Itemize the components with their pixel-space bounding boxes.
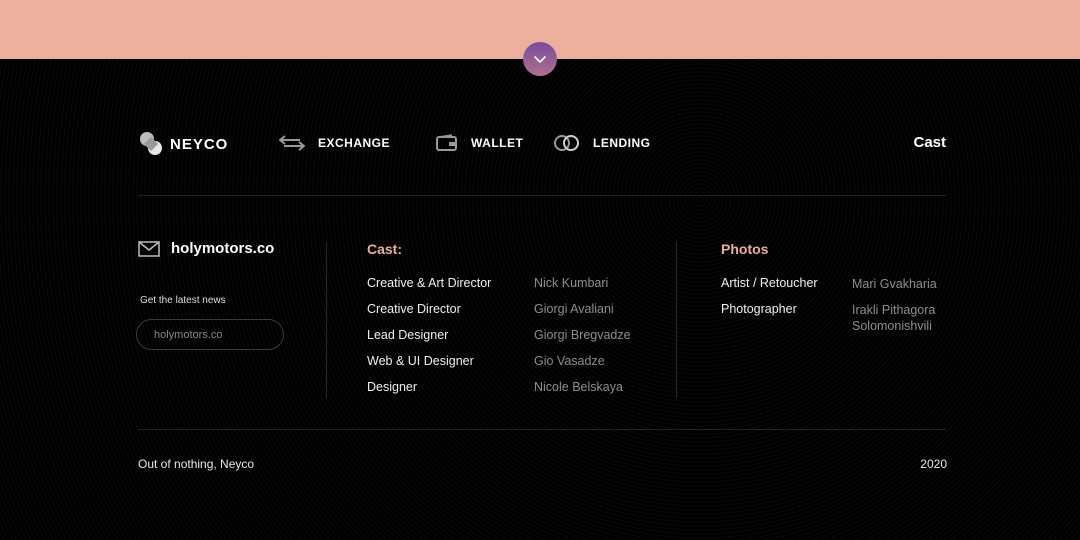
logo-text: NEYCO (170, 135, 229, 153)
nav-wallet-label: WALLET (471, 136, 524, 150)
tagline: Out of nothing, Neyco (138, 457, 255, 471)
neyco-logo[interactable]: NEYCO (138, 130, 228, 158)
header-divider (138, 195, 946, 196)
copyright-year: 2020 (920, 457, 947, 471)
credit-role: Designer (367, 380, 418, 394)
news-label: Get the latest news (140, 295, 226, 306)
nav-cast-link[interactable]: Cast (900, 134, 946, 151)
column-divider (326, 242, 327, 398)
credit-name: Gio Vasadze (534, 354, 605, 368)
cast-list: Creative & Art Director Nick Kumbari Crea… (367, 276, 657, 406)
credit-role: Artist / Retoucher (721, 276, 818, 290)
list-item: Photographer Irakli Pithagora Solomonishvi… (721, 302, 961, 333)
credit-name: Giorgi Bregvadze (534, 328, 631, 342)
footer-divider (138, 429, 946, 430)
credit-role: Web & UI Designer (367, 354, 474, 368)
wallet-icon (436, 134, 457, 151)
lending-rings-icon (554, 135, 579, 151)
photos-title: Photos (721, 241, 769, 257)
neyco-logo-icon (140, 132, 162, 155)
scroll-down-button[interactable] (523, 42, 557, 76)
credit-name-line: Solomonishvili (852, 319, 932, 333)
credit-name: Mari Gvakharia (852, 276, 937, 292)
nav-exchange[interactable]: EXCHANGE (278, 134, 390, 152)
credit-role: Lead Designer (367, 328, 449, 342)
nav-lending[interactable]: LENDING (553, 134, 651, 152)
list-item: Web & UI Designer Gio Vasadze (367, 354, 657, 380)
nav-wallet[interactable]: WALLET (435, 134, 523, 152)
credit-name: Nick Kumbari (534, 276, 609, 290)
list-item: Designer Nicole Belskaya (367, 380, 657, 406)
credit-role: Creative & Art Director (367, 276, 492, 290)
nav-exchange-label: EXCHANGE (318, 136, 391, 150)
exchange-arrows-icon (279, 135, 305, 151)
list-item: Creative Director Giorgi Avaliani (367, 302, 657, 328)
mail-icon (138, 240, 160, 257)
column-divider (676, 242, 677, 398)
credit-role: Photographer (721, 302, 797, 316)
credit-role: Creative Director (367, 302, 461, 316)
list-item: Lead Designer Giorgi Bregvadze (367, 328, 657, 354)
newsletter-email-input[interactable] (136, 319, 284, 350)
contact-link[interactable]: holymotors.co (138, 240, 274, 257)
credit-name: Irakli Pithagora Solomonishvili (852, 302, 935, 334)
list-item: Artist / Retoucher Mari Gvakharia (721, 276, 961, 302)
credit-name-line: Irakli Pithagora (852, 303, 936, 317)
chevron-down-icon (534, 56, 546, 63)
nav-lending-label: LENDING (593, 136, 651, 150)
contact-domain: holymotors.co (171, 240, 275, 257)
credit-name-line: Mari Gvakharia (852, 277, 937, 291)
credit-name: Giorgi Avaliani (534, 302, 614, 316)
list-item: Creative & Art Director Nick Kumbari (367, 276, 657, 302)
credit-name: Nicole Belskaya (534, 380, 623, 394)
photos-list: Artist / Retoucher Mari Gvakharia Photogr… (721, 276, 961, 333)
cast-title: Cast: (367, 241, 403, 257)
